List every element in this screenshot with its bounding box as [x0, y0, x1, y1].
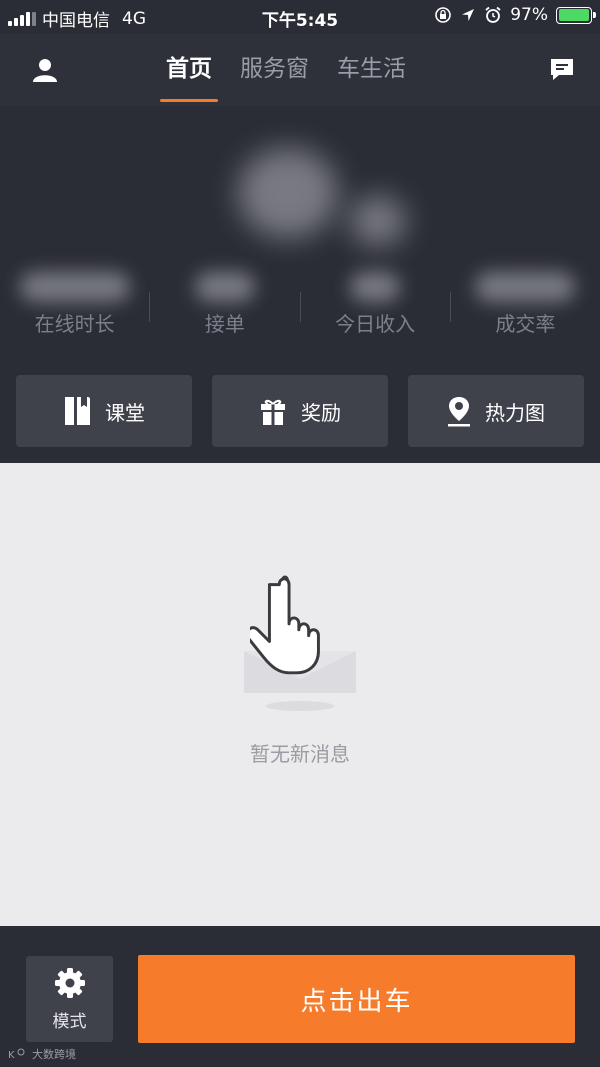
- status-right: 97%: [434, 5, 596, 25]
- rewards-label: 奖励: [301, 400, 341, 425]
- book-icon: [65, 397, 90, 425]
- top-nav: 首页 服务窗 车生活: [0, 34, 600, 106]
- avatar-badge: [350, 196, 406, 246]
- stat-label: 在线时长: [34, 312, 115, 336]
- stats-row: 在线时长 接单 今日收入 成交率: [0, 266, 600, 336]
- stat-value-blurred: [194, 272, 255, 302]
- classroom-label: 课堂: [105, 400, 145, 425]
- stat-label: 成交率: [495, 312, 556, 336]
- bottom-bar: 模式 点击出车 K 大数跨境: [0, 926, 600, 1067]
- watermark-logo-icon: K: [8, 1048, 25, 1060]
- main-tabs: 首页 服务窗 车生活: [160, 34, 428, 106]
- tab-home[interactable]: 首页: [160, 34, 218, 106]
- hand-pointer-icon: [250, 575, 320, 675]
- rotation-lock-icon: [435, 7, 452, 23]
- user-icon: [33, 59, 57, 82]
- svg-text:K: K: [8, 1050, 15, 1060]
- gift-icon: [261, 399, 285, 425]
- stat-value-blurred: [350, 272, 401, 302]
- watermark: K 大数跨境: [8, 1046, 76, 1062]
- stat-label: 接单: [204, 312, 245, 336]
- tab-service[interactable]: 服务窗: [234, 34, 315, 106]
- alarm-icon: [485, 6, 501, 23]
- stat-conversion-rate: 成交率: [451, 266, 600, 336]
- location-arrow-icon: [462, 9, 475, 21]
- stat-today-income: 今日收入: [301, 266, 450, 336]
- map-pin-icon: [448, 397, 470, 427]
- message-feed: 暂无新消息: [0, 463, 600, 926]
- heatmap-label: 热力图: [485, 400, 545, 425]
- watermark-text: 大数跨境: [32, 1048, 76, 1061]
- status-bar: 中国电信 4G 下午5:45 97%: [0, 0, 600, 34]
- quick-actions: 课堂 奖励 热力图: [16, 375, 584, 447]
- empty-message: 暂无新消息: [250, 742, 350, 766]
- mode-label: 模式: [52, 1011, 87, 1032]
- stat-label: 今日收入: [335, 312, 416, 336]
- heatmap-button[interactable]: 热力图: [408, 375, 584, 447]
- stat-orders: 接单: [150, 266, 299, 336]
- avatar: [238, 148, 338, 238]
- empty-illustration: [240, 573, 360, 713]
- stat-value-blurred: [475, 272, 576, 302]
- go-online-button[interactable]: 点击出车: [138, 955, 575, 1043]
- message-icon: [551, 59, 573, 80]
- rewards-button[interactable]: 奖励: [212, 375, 388, 447]
- driver-dashboard: 在线时长 接单 今日收入 成交率 课堂 奖励 热力图: [0, 106, 600, 463]
- tab-car-life[interactable]: 车生活: [331, 34, 412, 106]
- battery-percent: 97%: [510, 5, 548, 25]
- battery-icon: [556, 6, 596, 24]
- stat-value-blurred: [19, 272, 130, 302]
- profile-button[interactable]: [18, 50, 72, 90]
- mode-button[interactable]: 模式: [26, 956, 113, 1042]
- stat-online-time: 在线时长: [0, 266, 149, 336]
- gear-icon: [54, 967, 85, 998]
- classroom-button[interactable]: 课堂: [16, 375, 192, 447]
- messages-button[interactable]: [542, 50, 582, 90]
